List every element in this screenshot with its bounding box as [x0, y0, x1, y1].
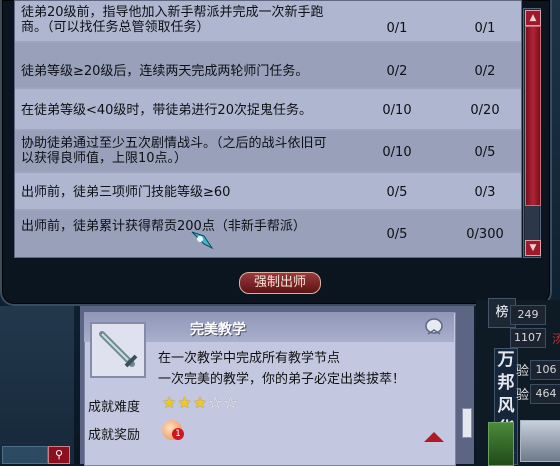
stat-label: 验	[516, 388, 530, 403]
achievement-title: 完美教学	[190, 322, 246, 338]
task-desc: 出师前，徒弟累计获得帮贡200点（非新手帮派）	[21, 219, 306, 234]
search-icon[interactable]: ⚲	[48, 446, 70, 464]
up-arrow-icon[interactable]: ▲	[525, 10, 541, 26]
share-icon[interactable]	[424, 318, 444, 336]
star-on-icon: ★★★	[162, 393, 209, 412]
cursor-icon	[191, 231, 214, 250]
reward-label: 成就奖励	[88, 428, 141, 443]
task-row: 出师前，徒弟累计获得帮贡200点（非新手帮派） 0/5 0/300	[15, 211, 521, 257]
force-graduate-button[interactable]: 强制出师	[239, 272, 321, 294]
difficulty-label: 成就难度	[88, 400, 141, 415]
star-off-icon: ☆☆	[208, 393, 239, 412]
stat-value: 1107	[510, 328, 546, 348]
task-progress-2: 0/5	[474, 145, 496, 160]
left-side-panel	[0, 306, 74, 464]
reward-count-badge: 1	[172, 428, 184, 440]
task-desc: 徒弟20级前，指导他加入新手帮派并完成一次新手跑商。（可以找任务总管领取任务）	[21, 5, 324, 35]
achievement-badge	[90, 322, 146, 378]
task-progress-1: 0/5	[386, 227, 408, 242]
mentor-task-panel: 徒弟20级前，指导他加入新手帮派并完成一次新手跑商。（可以找任务总管领取任务） …	[0, 0, 552, 306]
achievement-condition: 在一次教学中完成所有教学节点	[158, 351, 341, 366]
task-desc: 在徒弟等级<40级时，带徒弟进行20次捉鬼任务。	[21, 103, 312, 118]
stat-label: 验	[516, 364, 530, 379]
task-progress-2: 0/300	[466, 227, 504, 242]
stat-value: 106	[530, 360, 560, 380]
difficulty-stars: ★★★☆☆	[162, 393, 239, 412]
task-row: 徒弟等级≥20级后，连续两天完成两轮师门任务。 0/2 0/2	[15, 43, 521, 87]
collapse-up-icon[interactable]	[424, 432, 444, 442]
achievement-flavor-text: 一次完美的教学，你的弟子必定出类拔萃！	[158, 372, 406, 387]
task-row: 出师前，徒弟三项师门技能等级≥60 0/5 0/3	[15, 173, 521, 209]
task-progress-2: 0/2	[474, 64, 496, 79]
scroll-thumb[interactable]	[525, 26, 541, 206]
character-thumbnail[interactable]	[488, 422, 514, 466]
task-row: 徒弟20级前，指导他加入新手帮派并完成一次新手跑商。（可以找任务总管领取任务） …	[15, 1, 521, 41]
scroll-track-rest	[525, 206, 539, 240]
task-list-scrollbar[interactable]: ▲ ▼	[523, 8, 541, 258]
stat-label: 汤	[552, 332, 560, 346]
task-progress-1: 0/10	[382, 145, 412, 160]
stat-value: 249	[510, 305, 546, 325]
task-list: 徒弟20级前，指导他加入新手帮派并完成一次新手跑商。（可以找任务总管领取任务） …	[14, 0, 522, 258]
stat-value: 464	[530, 384, 560, 404]
task-progress-2: 0/3	[474, 185, 496, 200]
down-arrow-icon[interactable]: ▼	[525, 240, 541, 256]
task-row: 在徒弟等级<40级时，带徒弟进行20次捉鬼任务。 0/10 0/20	[15, 89, 521, 129]
task-progress-1: 0/10	[382, 103, 412, 118]
task-desc: 出师前，徒弟三项师门技能等级≥60	[21, 185, 231, 200]
task-progress-1: 0/2	[386, 64, 408, 79]
task-progress-1: 0/1	[386, 21, 408, 36]
sword-icon	[99, 331, 138, 368]
task-progress-2: 0/20	[470, 103, 500, 118]
task-row: 协助徒弟通过至少五次剧情战斗。（之后的战斗依旧可以获得良师值，上限10点。） 0…	[15, 131, 521, 171]
achievement-scrollbar[interactable]	[462, 408, 472, 438]
task-progress-2: 0/1	[474, 21, 496, 36]
avatar[interactable]	[520, 420, 560, 462]
task-desc: 协助徒弟通过至少五次剧情战斗。（之后的战斗依旧可以获得良师值，上限10点。）	[21, 136, 327, 166]
task-progress-1: 0/5	[386, 185, 408, 200]
task-desc: 徒弟等级≥20级后，连续两天完成两轮师门任务。	[21, 64, 309, 79]
left-search-input[interactable]	[2, 446, 48, 464]
